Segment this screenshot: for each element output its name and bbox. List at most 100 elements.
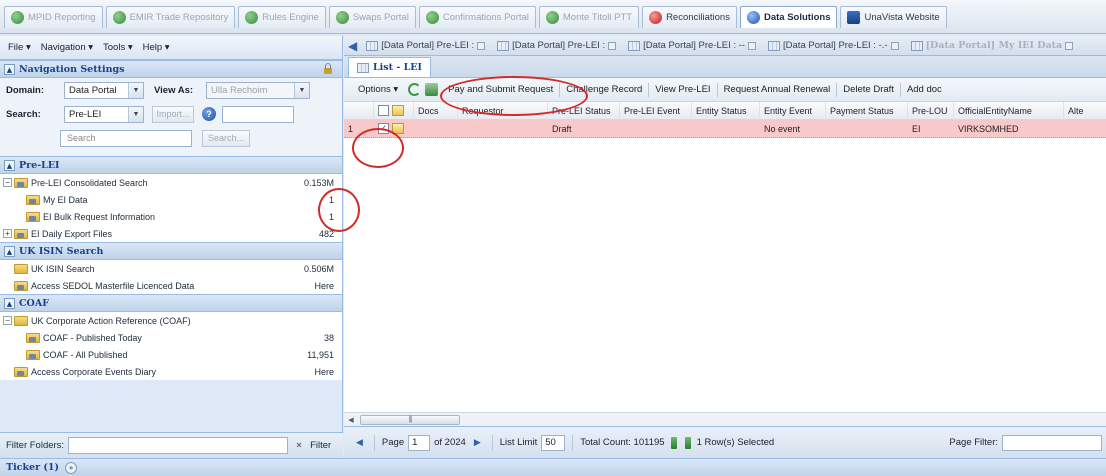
tree-item-pre-lei-consolidated[interactable]: − Pre-LEI Consolidated Search 0.153M [0, 174, 342, 191]
document-tab[interactable]: [Data Portal] Pre-LEI : [492, 37, 621, 55]
select-all-checkbox[interactable] [378, 105, 389, 116]
next-page-icon[interactable]: ▶ [470, 437, 485, 448]
menu-tools[interactable]: Tools ▾ [103, 42, 133, 53]
app-tab-reconciliations[interactable]: Reconciliations [642, 6, 737, 28]
column-header[interactable]: Docs [414, 101, 458, 120]
app-tab-confirmations-portal[interactable]: Confirmations Portal [418, 6, 536, 28]
navigation-settings-header[interactable]: ▲ Navigation Settings [0, 60, 342, 78]
tree-item-coaf-all-published[interactable]: COAF - All Published 11,951 [0, 346, 342, 363]
expand-icon[interactable]: + [3, 229, 12, 238]
chevron-down-icon[interactable]: ▼ [128, 106, 143, 122]
collapse-icon[interactable]: ▲ [4, 63, 15, 75]
note-icon[interactable] [392, 123, 404, 134]
document-tab[interactable]: [Data Portal] My IEI Data [906, 37, 1079, 55]
request-annual-renewal-button[interactable]: Request Annual Renewal [718, 81, 837, 99]
view-as-select[interactable]: Ulla Rechoim ▼ [206, 81, 310, 99]
row-checkbox[interactable]: ✓ [378, 123, 389, 134]
scroll-thumb[interactable]: ||| [360, 414, 460, 425]
tree-item-my-ei-data[interactable]: My EI Data 1 [0, 191, 342, 208]
previous-page-icon[interactable]: ◀ [352, 437, 367, 448]
column-header[interactable]: Entity Status [692, 101, 760, 120]
tab-pin-icon[interactable] [477, 41, 486, 50]
lock-icon[interactable] [322, 63, 334, 75]
tree-item-access-sedol[interactable]: Access SEDOL Masterfile Licenced Data He… [0, 277, 342, 294]
row-select-cell[interactable]: ✓ [374, 120, 414, 138]
expand-icon[interactable]: − [3, 316, 12, 325]
sort-down-icon[interactable] [684, 436, 691, 449]
expand-icon[interactable]: − [3, 178, 12, 187]
app-tab-rules-engine[interactable]: Rules Engine [238, 6, 326, 28]
filter-button[interactable]: Filter [310, 440, 331, 451]
document-tab[interactable]: [Data Portal] Pre-LEI : -.- [763, 37, 904, 55]
page-number-input[interactable]: 1 [408, 434, 431, 451]
options-menu-button[interactable]: Options ▾ [352, 81, 404, 99]
column-header[interactable]: Pre-LEI Status [548, 101, 620, 120]
ticker-expand-icon[interactable]: » [65, 461, 78, 474]
chevron-down-icon[interactable]: ▼ [294, 82, 309, 98]
list-limit-input[interactable]: 50 [541, 434, 566, 451]
tree-item-uk-coaf[interactable]: − UK Corporate Action Reference (COAF) [0, 312, 342, 329]
back-arrow-icon[interactable]: ◀ [348, 39, 357, 53]
collapse-icon[interactable]: ▲ [4, 245, 15, 257]
app-tab-data-solutions[interactable]: Data Solutions [739, 6, 838, 28]
import-button[interactable]: Import... [152, 105, 194, 123]
tree-item-link[interactable]: Here [314, 367, 334, 377]
column-header[interactable]: Pre-LEI Event [620, 101, 692, 120]
search-extra-field[interactable] [222, 105, 294, 123]
tree-item-link[interactable]: Here [314, 281, 334, 291]
export-icon[interactable] [425, 83, 439, 96]
tree-item-coaf-published-today[interactable]: COAF - Published Today 38 [0, 329, 342, 346]
app-tab-monte-titoli-ptt[interactable]: Monte Titoli PTT [538, 6, 640, 28]
delete-draft-button[interactable]: Delete Draft [837, 81, 900, 99]
menu-file[interactable]: File ▾ [8, 42, 31, 53]
column-header[interactable]: Alte [1064, 102, 1106, 120]
pay-and-submit-request-button[interactable]: Pay and Submit Request [442, 81, 559, 99]
sort-up-icon[interactable] [670, 436, 677, 449]
refresh-icon[interactable] [408, 83, 422, 96]
tree-item-ei-bulk-request[interactable]: EI Bulk Request Information 1 [0, 208, 342, 225]
filter-folders-input[interactable] [68, 437, 289, 454]
domain-select[interactable]: Data Portal ▼ [64, 81, 144, 99]
column-header[interactable]: Entity Event [760, 101, 826, 120]
table-row[interactable]: 1 ✓ Draft No event EI VIRKSOMHED [344, 120, 1106, 138]
select-header[interactable] [374, 101, 414, 120]
column-header[interactable]: OfficialEntityName [954, 101, 1064, 120]
search-button[interactable]: Search... [202, 129, 250, 147]
column-header[interactable]: Requestor [458, 101, 548, 120]
add-doc-button[interactable]: Add doc [901, 81, 948, 99]
document-tab[interactable]: [Data Portal] Pre-LEI : -- [623, 37, 761, 55]
tab-pin-icon[interactable] [748, 41, 757, 50]
app-tab-mpid-reporting[interactable]: MPID Reporting [4, 6, 103, 28]
ticker-bar[interactable]: Ticker (1) » [0, 458, 1106, 476]
tab-list-lei[interactable]: List - LEI [348, 57, 431, 77]
coaf-section-header[interactable]: ▲ COAF [0, 294, 342, 312]
app-tab-unavista-website[interactable]: UnaVista Website [840, 6, 947, 28]
app-tab-swaps-portal[interactable]: Swaps Portal [328, 6, 416, 28]
collapse-icon[interactable]: ▲ [4, 159, 15, 171]
tab-pin-icon[interactable] [1065, 41, 1074, 50]
menu-navigation[interactable]: Navigation ▾ [41, 42, 93, 53]
horizontal-scrollbar[interactable]: ◀ ||| [344, 412, 1106, 426]
app-tab-emir-trade-repository[interactable]: EMIR Trade Repository [105, 6, 236, 28]
pre-lei-section-header[interactable]: ▲ Pre-LEI [0, 156, 342, 174]
collapse-icon[interactable]: ▲ [4, 297, 15, 309]
tree-item-uk-isin-search[interactable]: UK ISIN Search 0.506M [0, 260, 342, 277]
document-tab[interactable]: [Data Portal] Pre-LEI : [361, 37, 490, 55]
tree-item-corporate-events-diary[interactable]: Access Corporate Events Diary Here [0, 363, 342, 380]
tab-pin-icon[interactable] [608, 41, 617, 50]
page-filter-input[interactable] [1002, 434, 1102, 451]
tree-item-ei-daily-export[interactable]: + EI Daily Export Files 482 [0, 225, 342, 242]
search-type-select[interactable]: Pre-LEI ▼ [64, 105, 144, 123]
search-input[interactable]: Search [60, 129, 192, 147]
menu-help[interactable]: Help ▾ [143, 42, 170, 53]
column-header[interactable]: Payment Status [826, 101, 908, 120]
tab-pin-icon[interactable] [890, 41, 899, 50]
view-pre-lei-button[interactable]: View Pre-LEI [649, 81, 716, 99]
challenge-record-button[interactable]: Challenge Record [560, 81, 648, 99]
uk-isin-section-header[interactable]: ▲ UK ISIN Search [0, 242, 342, 260]
scroll-left-icon[interactable]: ◀ [344, 413, 358, 427]
chevron-down-icon[interactable]: ▼ [128, 82, 143, 98]
column-header[interactable]: Pre-LOU [908, 101, 954, 120]
help-icon[interactable]: ? [202, 107, 216, 121]
clear-icon[interactable]: × [292, 437, 306, 454]
